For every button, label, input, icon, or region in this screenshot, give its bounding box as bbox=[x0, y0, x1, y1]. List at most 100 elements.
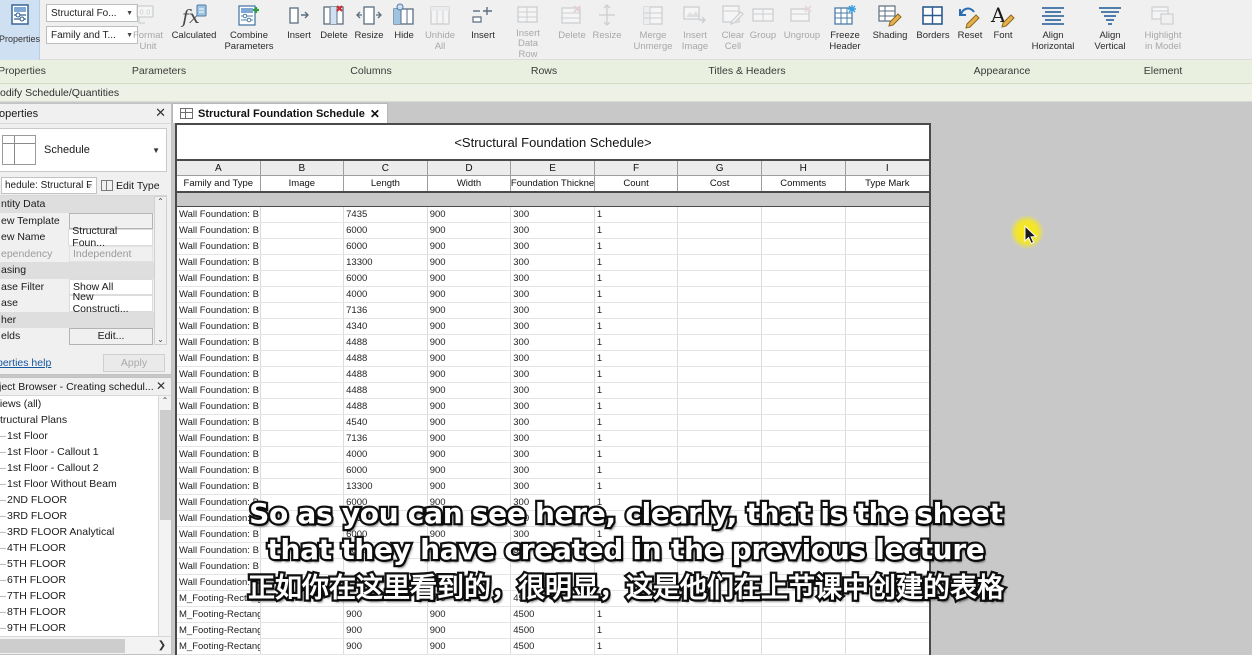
table-row[interactable]: Wall Foundation: B 7136 900 300 1 bbox=[177, 303, 929, 319]
table-cell[interactable] bbox=[261, 287, 345, 302]
table-cell[interactable]: 1 bbox=[595, 287, 679, 302]
table-cell[interactable]: 4488 bbox=[344, 367, 428, 382]
combine-parameters-button[interactable]: Combine Parameters bbox=[224, 0, 274, 60]
table-cell[interactable]: 900 bbox=[428, 367, 512, 382]
table-cell[interactable] bbox=[678, 511, 762, 526]
column-letter-D[interactable]: D bbox=[427, 161, 512, 176]
table-cell[interactable] bbox=[261, 255, 345, 270]
table-cell[interactable]: 300 bbox=[511, 415, 595, 430]
table-cell[interactable]: 900 bbox=[428, 415, 512, 430]
browser-view-item[interactable]: —8TH FLOOR bbox=[0, 604, 171, 620]
table-cell[interactable] bbox=[762, 543, 846, 558]
table-cell[interactable] bbox=[846, 255, 930, 270]
table-cell[interactable]: 6000 bbox=[344, 527, 428, 542]
table-cell[interactable]: Wall Foundation: B bbox=[177, 543, 261, 558]
table-cell[interactable] bbox=[762, 591, 846, 606]
table-cell[interactable]: 4000 bbox=[344, 287, 428, 302]
table-cell[interactable]: 900 bbox=[428, 543, 512, 558]
table-cell[interactable] bbox=[846, 527, 930, 542]
table-cell[interactable] bbox=[678, 207, 762, 222]
table-cell[interactable]: Wall Foundation: B bbox=[177, 463, 261, 478]
table-cell[interactable]: Wall Foundation: B bbox=[177, 511, 261, 526]
table-cell[interactable]: 300 bbox=[511, 351, 595, 366]
table-cell[interactable]: 1 bbox=[595, 639, 679, 654]
table-cell[interactable] bbox=[762, 207, 846, 222]
property-value[interactable]: New Constructi... bbox=[68, 291, 153, 315]
table-cell[interactable] bbox=[261, 447, 345, 462]
table-cell[interactable] bbox=[846, 239, 930, 254]
schedule-title[interactable]: <Structural Foundation Schedule> bbox=[175, 123, 931, 161]
table-cell[interactable]: 300 bbox=[511, 431, 595, 446]
property-value[interactable]: Structural Foun... bbox=[68, 225, 153, 249]
table-cell[interactable]: Wall Foundation: B bbox=[177, 479, 261, 494]
table-cell[interactable]: 300 bbox=[511, 271, 595, 286]
column-header-cell[interactable]: Type Mark bbox=[846, 176, 930, 191]
browser-group-structural-plans[interactable]: Structural Plans bbox=[0, 412, 171, 428]
table-cell[interactable] bbox=[762, 399, 846, 414]
table-cell[interactable] bbox=[846, 559, 930, 574]
browser-view-item[interactable]: —2ND FLOOR bbox=[0, 492, 171, 508]
table-cell[interactable]: 13300 bbox=[344, 255, 428, 270]
column-letter-C[interactable]: C bbox=[344, 161, 428, 176]
table-cell[interactable] bbox=[344, 559, 428, 574]
table-cell[interactable] bbox=[762, 415, 846, 430]
table-cell[interactable] bbox=[261, 239, 345, 254]
table-cell[interactable]: 4488 bbox=[344, 351, 428, 366]
table-cell[interactable]: Wall Foundation: B bbox=[177, 495, 261, 510]
table-cell[interactable]: 900 bbox=[428, 335, 512, 350]
close-icon[interactable]: ✕ bbox=[156, 379, 166, 393]
browser-view-item[interactable]: —1st Floor - Callout 1 bbox=[0, 444, 171, 460]
table-cell[interactable]: 300 bbox=[511, 543, 595, 558]
table-cell[interactable]: 300 bbox=[511, 479, 595, 494]
table-row[interactable]: Wall Foundation: B 4000 900 300 1 bbox=[177, 447, 929, 463]
close-icon[interactable]: ✕ bbox=[370, 107, 380, 121]
table-cell[interactable]: 4488 bbox=[344, 383, 428, 398]
table-cell[interactable] bbox=[678, 319, 762, 334]
table-cell[interactable]: Wall Foundation: B bbox=[177, 447, 261, 462]
table-cell[interactable]: 300 bbox=[511, 223, 595, 238]
column-header-cell[interactable]: Foundation Thickne bbox=[511, 176, 595, 191]
table-cell[interactable] bbox=[261, 415, 345, 430]
table-cell[interactable]: 6000 bbox=[344, 271, 428, 286]
table-cell[interactable] bbox=[762, 607, 846, 622]
column-letter-F[interactable]: F bbox=[594, 161, 679, 176]
table-cell[interactable] bbox=[762, 303, 846, 318]
table-cell[interactable]: 900 bbox=[428, 639, 512, 654]
table-cell[interactable]: 7435 bbox=[344, 207, 428, 222]
project-browser-hscrollbar[interactable]: ❯ bbox=[0, 636, 171, 654]
table-cell[interactable] bbox=[678, 495, 762, 510]
table-cell[interactable]: 6000 bbox=[344, 463, 428, 478]
scroll-right-icon[interactable]: ❯ bbox=[153, 640, 171, 651]
table-cell[interactable]: 1 bbox=[595, 367, 679, 382]
table-cell[interactable] bbox=[846, 623, 930, 638]
browser-view-item[interactable]: —3RD FLOOR Analytical bbox=[0, 524, 171, 540]
table-cell[interactable]: 1 bbox=[595, 399, 679, 414]
table-row[interactable]: Wall Foundation: B 4488 900 300 1 bbox=[177, 399, 929, 415]
table-cell[interactable]: Wall Foundation: B bbox=[177, 367, 261, 382]
table-cell[interactable]: 1 bbox=[595, 607, 679, 622]
table-cell[interactable]: 900 bbox=[428, 319, 512, 334]
browser-view-item[interactable]: —1st Floor bbox=[0, 428, 171, 444]
table-cell[interactable]: 900 bbox=[428, 223, 512, 238]
table-cell[interactable]: Wall Foundation: B bbox=[177, 415, 261, 430]
table-cell[interactable]: 900 bbox=[428, 239, 512, 254]
table-cell[interactable] bbox=[762, 559, 846, 574]
table-cell[interactable]: 4540 bbox=[344, 415, 428, 430]
table-cell[interactable]: Wall Foundation: B bbox=[177, 239, 261, 254]
table-row[interactable]: Wall Foundation: B 4488 900 300 1 bbox=[177, 367, 929, 383]
table-cell[interactable] bbox=[261, 223, 345, 238]
table-cell[interactable]: 300 bbox=[511, 399, 595, 414]
table-cell[interactable]: 1 bbox=[595, 255, 679, 270]
table-row[interactable]: Wall Foundation: B 7435 900 300 1 bbox=[177, 207, 929, 223]
table-cell[interactable]: Wall Foundation: B bbox=[177, 303, 261, 318]
table-cell[interactable] bbox=[261, 559, 345, 574]
table-cell[interactable] bbox=[428, 575, 512, 590]
table-cell[interactable]: Wall Foundation: B bbox=[177, 319, 261, 334]
table-cell[interactable] bbox=[595, 575, 679, 590]
table-cell[interactable]: 4500 bbox=[511, 591, 595, 606]
table-cell[interactable] bbox=[846, 607, 930, 622]
table-cell[interactable] bbox=[678, 543, 762, 558]
table-cell[interactable] bbox=[261, 271, 345, 286]
table-cell[interactable]: 300 bbox=[511, 511, 595, 526]
table-cell[interactable]: 1 bbox=[595, 223, 679, 238]
